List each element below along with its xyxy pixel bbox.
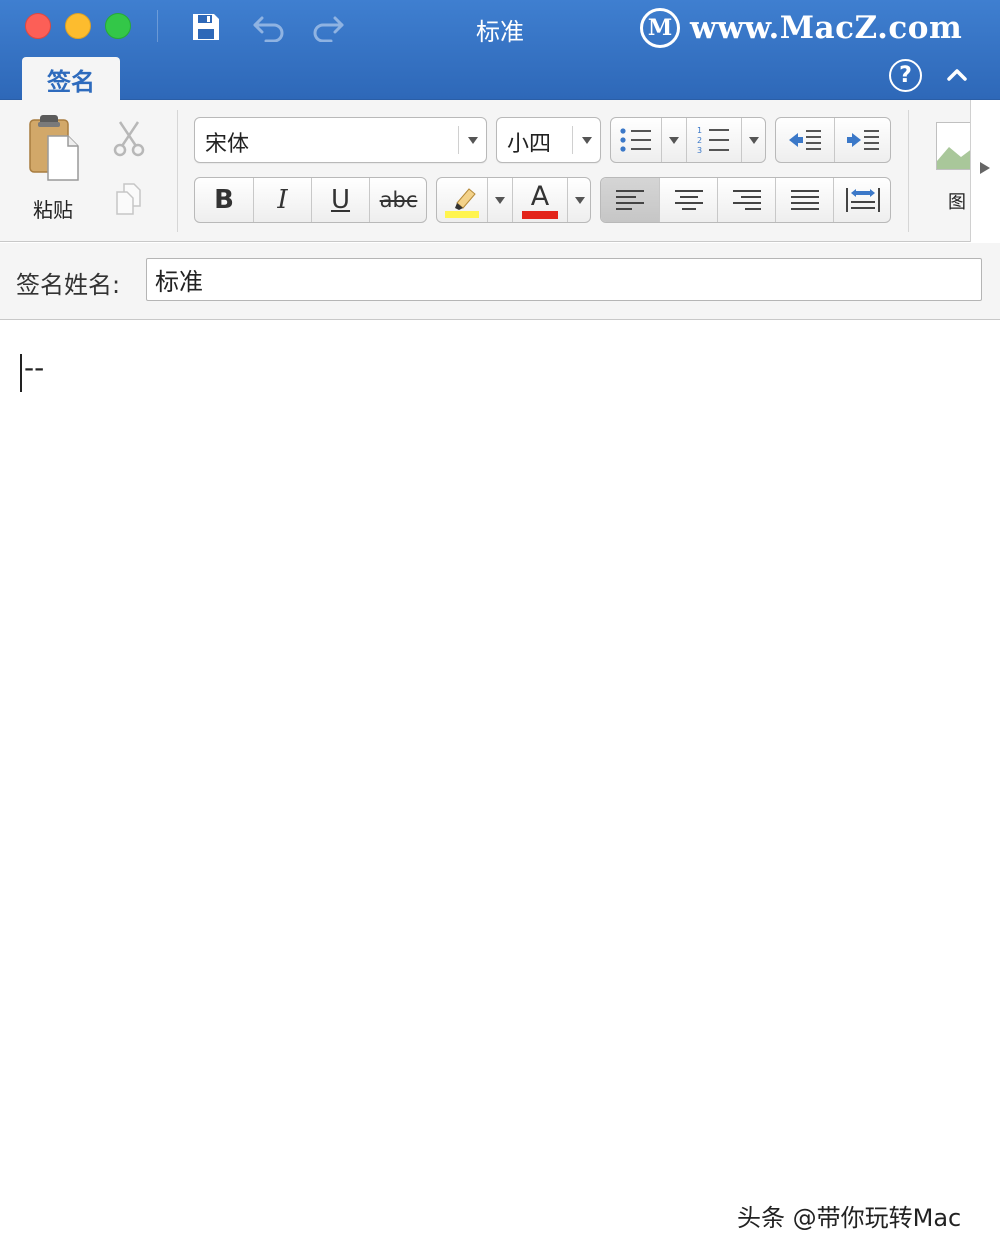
- title-bar: 标准 M www.MacZ.com 签名 ?: [0, 0, 1000, 101]
- chevron-down-icon: [575, 197, 585, 204]
- chevron-right-icon: [980, 162, 990, 174]
- align-justify-icon: [790, 190, 819, 210]
- chevron-down-icon: [495, 197, 505, 204]
- justify-button[interactable]: [776, 178, 833, 222]
- svg-text:3: 3: [697, 146, 702, 155]
- combo-divider: [458, 126, 459, 154]
- bullets-dropdown[interactable]: [662, 118, 686, 162]
- chevron-up-icon: [947, 69, 967, 81]
- numbered-list-icon: 1 2 3: [697, 126, 729, 155]
- italic-button[interactable]: I: [254, 178, 311, 222]
- group-separator: [908, 110, 909, 232]
- undo-icon: [253, 16, 284, 42]
- brand-watermark: M www.MacZ.com: [640, 8, 962, 48]
- chevron-down-icon: [669, 137, 679, 144]
- underline-label: U: [330, 185, 351, 215]
- save-button[interactable]: [189, 10, 223, 44]
- bullets-button[interactable]: [611, 118, 661, 162]
- font-family-select[interactable]: 宋体: [194, 117, 487, 163]
- chevron-down-icon: [749, 137, 759, 144]
- picture-label: 图: [948, 192, 966, 213]
- font-color-swatch: [522, 211, 558, 219]
- italic-label: I: [277, 185, 288, 215]
- chevron-down-icon: [582, 137, 592, 144]
- distribute-icon: [845, 188, 880, 212]
- font-color-button[interactable]: A: [513, 178, 567, 222]
- source-watermark: 头条 @带你玩转Mac: [737, 1204, 962, 1232]
- ribbon: 粘贴 宋体 小四 1 2 3 B I U abc A 图: [0, 100, 1000, 242]
- window-close-button[interactable]: [25, 13, 51, 39]
- text-format-group: B I U abc: [194, 177, 427, 223]
- bold-button[interactable]: B: [195, 178, 253, 222]
- group-separator: [177, 110, 178, 232]
- color-buttons-group: A: [436, 177, 591, 223]
- align-right-icon: [732, 190, 761, 210]
- alignment-group: [600, 177, 891, 223]
- bullet-list-icon: [620, 128, 651, 152]
- decrease-indent-button[interactable]: [776, 118, 834, 162]
- save-icon: [193, 14, 219, 40]
- font-color-dropdown[interactable]: [568, 178, 590, 222]
- strikethrough-label: abc: [379, 188, 418, 212]
- align-left-button[interactable]: [601, 178, 659, 222]
- help-button[interactable]: ?: [889, 59, 922, 92]
- numbering-button[interactable]: 1 2 3: [687, 118, 741, 162]
- paste-label: 粘贴: [33, 198, 73, 222]
- ribbon-scroll-right-button[interactable]: [978, 160, 992, 180]
- copy-icon: [116, 183, 141, 215]
- copy-button[interactable]: [114, 182, 144, 220]
- font-family-value: 宋体: [205, 132, 250, 157]
- list-buttons-group: 1 2 3: [610, 117, 766, 163]
- align-left-icon: [616, 190, 644, 210]
- svg-text:2: 2: [697, 136, 702, 145]
- combo-divider: [572, 126, 573, 154]
- underline-button[interactable]: U: [312, 178, 369, 222]
- brand-logo-icon: M: [640, 8, 680, 48]
- align-center-button[interactable]: [660, 178, 717, 222]
- align-right-button[interactable]: [718, 178, 775, 222]
- indent-buttons-group: [775, 117, 891, 163]
- svg-text:1: 1: [697, 126, 702, 135]
- tab-signature[interactable]: 签名: [22, 57, 120, 101]
- cut-button[interactable]: [112, 120, 146, 162]
- highlighter-icon: [445, 188, 479, 218]
- increase-indent-icon: [847, 130, 879, 150]
- editor-content: --: [24, 351, 45, 384]
- redo-button[interactable]: [311, 10, 345, 44]
- window-minimize-button[interactable]: [65, 13, 91, 39]
- distributed-button[interactable]: [834, 178, 890, 222]
- signature-name-label: 签名姓名:: [16, 271, 121, 299]
- font-size-value: 小四: [507, 132, 552, 157]
- signature-editor[interactable]: --: [0, 321, 1000, 1250]
- text-caret: [20, 354, 22, 392]
- decrease-indent-icon: [789, 130, 821, 150]
- signature-name-row: 签名姓名:: [0, 243, 1000, 320]
- numbering-dropdown[interactable]: [742, 118, 765, 162]
- paste-button[interactable]: 粘贴: [22, 110, 84, 230]
- align-center-icon: [674, 190, 703, 210]
- collapse-ribbon-button[interactable]: [944, 62, 970, 88]
- font-color-letter: A: [530, 181, 550, 212]
- window-title: 标准: [476, 18, 524, 46]
- scissors-icon: [113, 121, 145, 157]
- redo-icon: [313, 16, 344, 42]
- bold-label: B: [214, 185, 234, 215]
- increase-indent-button[interactable]: [835, 118, 890, 162]
- paste-icon: [29, 115, 79, 181]
- font-size-select[interactable]: 小四: [496, 117, 601, 163]
- undo-button[interactable]: [252, 10, 286, 44]
- chevron-down-icon: [468, 137, 478, 144]
- highlight-dropdown[interactable]: [488, 178, 512, 222]
- window-zoom-button[interactable]: [105, 13, 131, 39]
- strikethrough-button[interactable]: abc: [370, 178, 426, 222]
- highlight-button[interactable]: [437, 178, 487, 222]
- toolbar-separator: [157, 10, 158, 42]
- signature-name-input[interactable]: [146, 258, 982, 301]
- brand-text: www.MacZ.com: [690, 10, 963, 46]
